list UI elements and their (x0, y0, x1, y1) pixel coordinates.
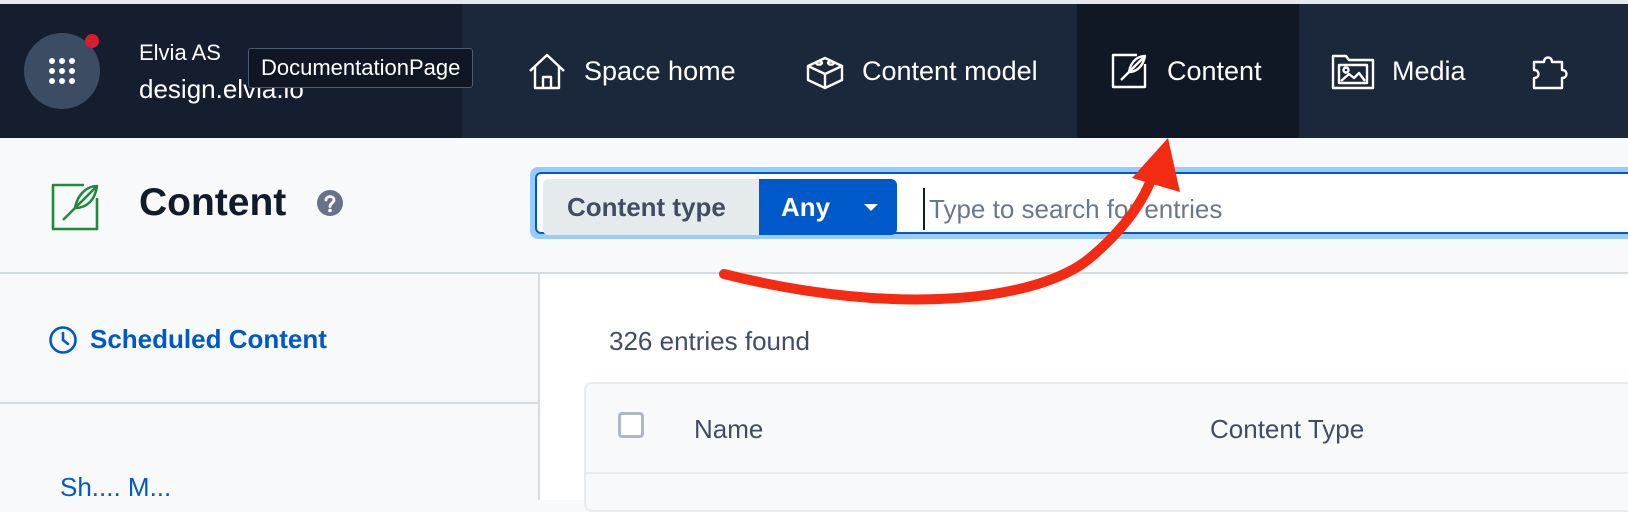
nav-content[interactable]: Content (1077, 4, 1299, 138)
nav-label: Content (1167, 55, 1262, 86)
entries-table: Name Content Type (584, 382, 1628, 512)
page-header: Content Content type Any (0, 138, 1628, 274)
nav-label: Content model (862, 55, 1038, 86)
content-type-value: Any (781, 192, 831, 222)
chevron-down-icon (864, 204, 878, 211)
entries-panel: 326 entries found Name Content Type (540, 274, 1628, 512)
scheduled-content-label: Scheduled Content (90, 324, 327, 354)
search-bar: Content type Any (530, 167, 1628, 239)
entries-count: 326 entries found (609, 326, 810, 356)
select-all-checkbox[interactable] (618, 412, 644, 438)
notification-dot (85, 34, 99, 48)
nav-media[interactable]: Media (1330, 4, 1466, 138)
organization-name: Elvia AS (139, 40, 221, 65)
content-feather-icon (48, 180, 104, 241)
column-header-content-type[interactable]: Content Type (1210, 414, 1364, 445)
nav-space-home[interactable]: Space home (526, 4, 736, 138)
sidebar: Scheduled Content Sh.... M... (0, 274, 540, 503)
question-icon[interactable] (316, 189, 344, 222)
page-title: Content (139, 181, 287, 224)
nav-label: Space home (584, 55, 736, 86)
scheduled-content-link[interactable]: Scheduled Content (48, 324, 327, 355)
search-input[interactable] (923, 188, 1628, 230)
tooltip: DocumentationPage (248, 48, 474, 88)
nav-content-model[interactable]: Content model (804, 4, 1038, 138)
content-type-select[interactable]: Any (759, 179, 897, 235)
top-navigation-bar: Elvia AS design.elvia.io DocumentationPa… (0, 4, 1628, 138)
table-header: Name Content Type (586, 384, 1628, 474)
image-folder-icon (1330, 50, 1376, 92)
search-field: Content type Any (535, 172, 1628, 235)
house-icon (526, 50, 568, 92)
clock-icon (48, 325, 78, 355)
puzzle-icon (1530, 50, 1574, 92)
column-header-name[interactable]: Name (694, 414, 763, 445)
feather-icon (1109, 50, 1151, 92)
nav-apps[interactable] (1530, 4, 1590, 138)
sidebar-cut-off-item[interactable]: Sh.... M... (60, 472, 171, 503)
nav-label: Media (1392, 55, 1466, 86)
content-type-label: Content type (543, 179, 763, 235)
grid-icon (49, 58, 75, 84)
blocks-icon (804, 50, 846, 92)
space-switcher[interactable]: Elvia AS design.elvia.io DocumentationPa… (0, 4, 474, 138)
sidebar-divider (0, 402, 538, 404)
